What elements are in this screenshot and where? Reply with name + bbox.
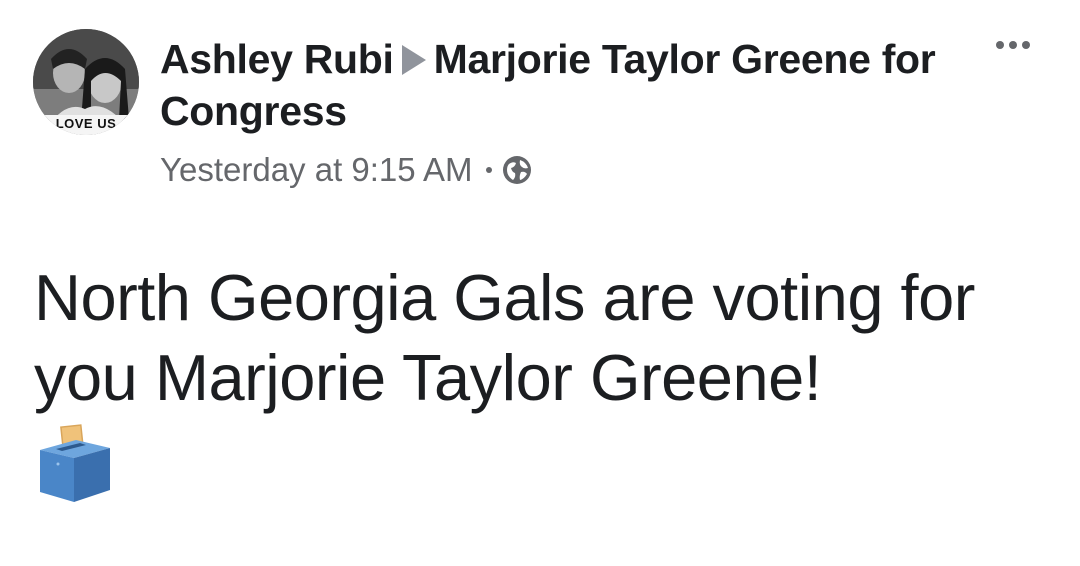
post-author-line: Ashley Rubi Marjorie Taylor Greene for Co…	[160, 33, 960, 137]
more-dot	[996, 41, 1004, 49]
more-dot	[1009, 41, 1017, 49]
post-body-text: North Georgia Gals are voting for you Ma…	[34, 261, 975, 414]
ballot-box-icon	[40, 424, 110, 502]
separator-dot	[485, 167, 492, 173]
avatar-caption: LOVE US	[55, 116, 117, 131]
post-header: Ashley Rubi Marjorie Taylor Greene for Co…	[160, 33, 960, 137]
post-timestamp[interactable]: Yesterday at 9:15 AM	[160, 151, 473, 189]
post-meta: Yesterday at 9:15 AM	[160, 151, 532, 189]
avatar[interactable]: LOVE US	[33, 29, 139, 135]
arrow-right-icon	[401, 45, 426, 75]
more-options-icon[interactable]	[996, 41, 1030, 49]
facebook-post: LOVE US Ashley Rubi Marjorie Taylor Green…	[0, 0, 1080, 566]
author-name-link[interactable]: Ashley Rubi	[160, 36, 394, 82]
more-dot	[1022, 41, 1030, 49]
globe-icon[interactable]	[502, 155, 532, 185]
